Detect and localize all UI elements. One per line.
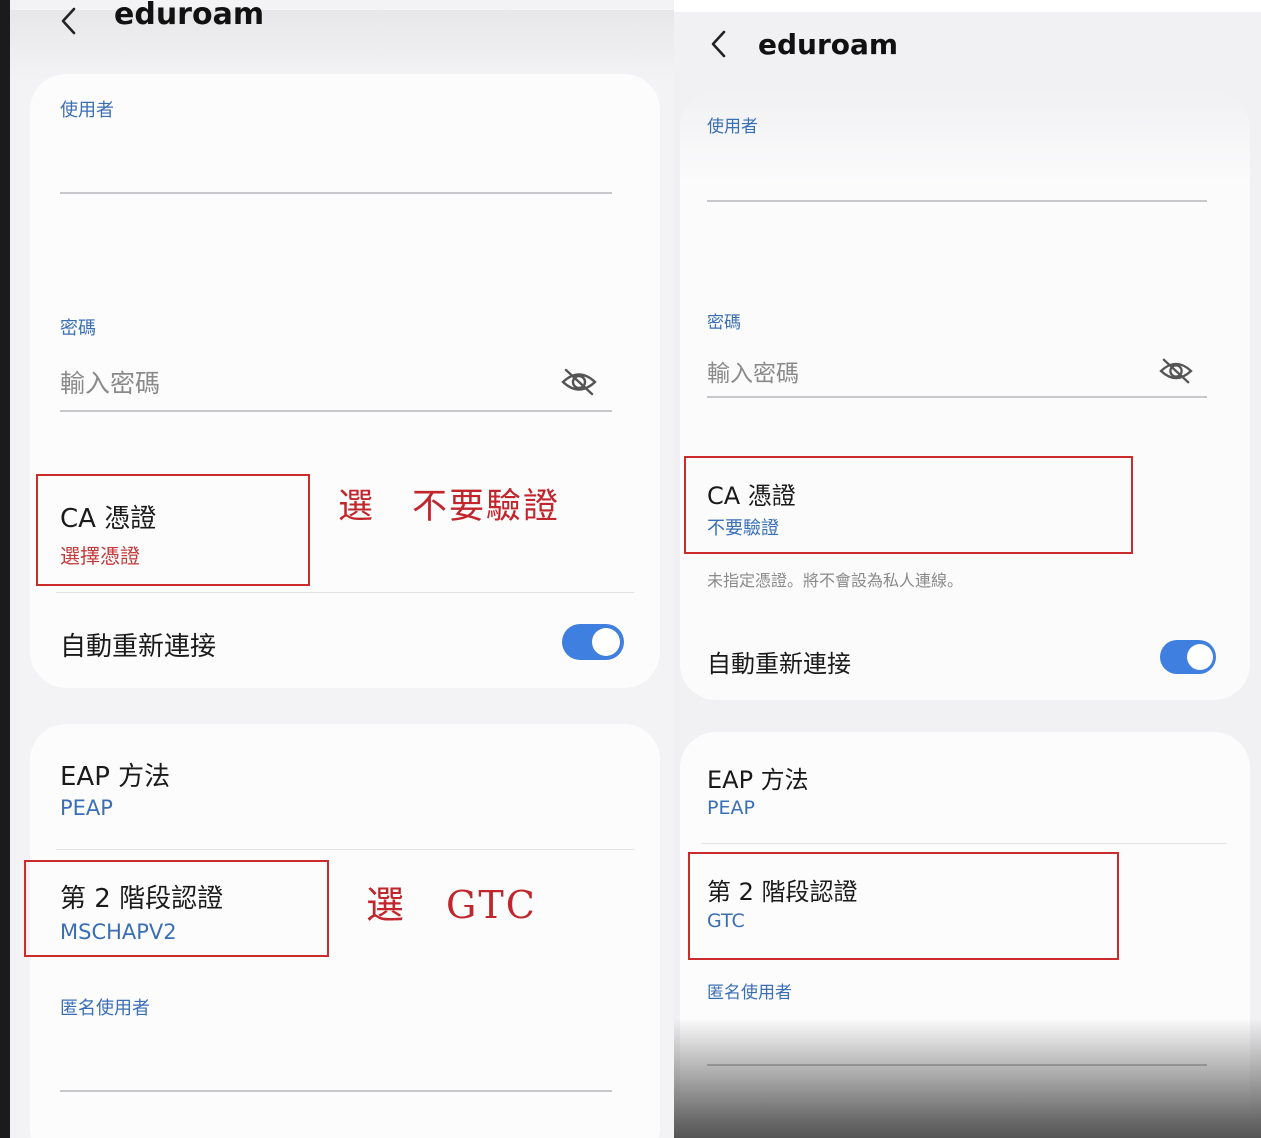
right-screenshot: eduroam 使用者 密碼 輸入密碼 CA 憑證 不要驗證 未指定憑證。將不會… (674, 0, 1261, 1138)
top-band (674, 0, 1261, 12)
auto-reconnect-toggle[interactable] (562, 624, 624, 660)
phase2-highlight-box (688, 852, 1119, 960)
back-chevron-icon[interactable] (708, 28, 734, 60)
divider (56, 849, 634, 850)
identity-input[interactable] (60, 130, 612, 190)
password-input[interactable]: 輸入密碼 (60, 364, 160, 400)
eap-method-title: EAP 方法 (60, 762, 171, 792)
anonymous-identity-label: 匿名使用者 (60, 998, 150, 1019)
identity-label: 使用者 (707, 117, 758, 137)
password-label: 密碼 (60, 318, 96, 339)
identity-input[interactable] (707, 140, 1207, 198)
divider (56, 592, 634, 593)
page-title: eduroam (758, 27, 899, 61)
identity-underline (707, 200, 1207, 202)
password-input[interactable]: 輸入密碼 (707, 354, 799, 388)
header: eduroam (708, 22, 898, 66)
password-underline (707, 396, 1207, 398)
toggle-knob (592, 628, 620, 656)
auto-reconnect-label: 自動重新連接 (707, 650, 851, 678)
divider (702, 843, 1226, 844)
back-chevron-icon[interactable] (58, 5, 88, 37)
anonymous-identity-underline (60, 1090, 612, 1092)
eye-off-icon[interactable] (1158, 356, 1194, 386)
ca-cert-highlight-box (36, 474, 310, 586)
password-label: 密碼 (707, 313, 741, 333)
annotation-phase2: 選 GTC (366, 883, 537, 927)
auto-reconnect-label: 自動重新連接 (60, 632, 217, 662)
eap-method-value: PEAP (707, 797, 755, 819)
bottom-shadow (674, 1018, 1261, 1138)
toggle-knob (1187, 644, 1213, 670)
left-edge-bar (0, 0, 10, 1138)
identity-label: 使用者 (60, 100, 114, 121)
ca-cert-note: 未指定憑證。將不會設為私人連線。 (707, 571, 964, 590)
eap-method-value: PEAP (60, 796, 113, 820)
anonymous-identity-input[interactable] (60, 1030, 612, 1088)
password-underline (60, 410, 612, 412)
identity-underline (60, 192, 612, 194)
anonymous-identity-label: 匿名使用者 (707, 983, 792, 1003)
phase2-highlight-box (24, 860, 329, 957)
ca-cert-highlight-box (684, 456, 1133, 554)
eap-method-title: EAP 方法 (707, 766, 809, 794)
header: eduroam (58, 0, 264, 42)
auto-reconnect-toggle[interactable] (1160, 640, 1216, 674)
left-screenshot: eduroam 使用者 密碼 輸入密碼 CA 憑證 選擇憑證 選 不要驗證 自動… (0, 0, 674, 1138)
eye-off-icon[interactable] (560, 366, 598, 398)
page-title: eduroam (114, 0, 265, 32)
annotation-ca: 選 不要驗證 (338, 487, 561, 527)
